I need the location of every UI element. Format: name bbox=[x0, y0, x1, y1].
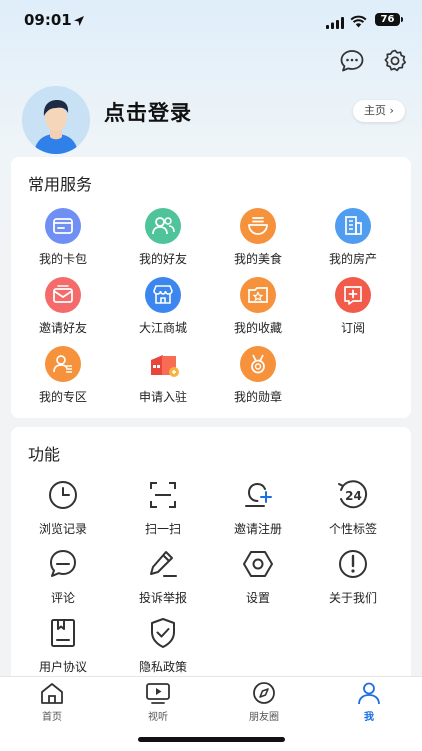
tab-me[interactable]: 我 bbox=[329, 681, 409, 723]
settings-hex-icon bbox=[241, 547, 275, 581]
function-label: 评论 bbox=[50, 591, 75, 605]
service-label: 订阅 bbox=[340, 321, 365, 335]
function-label: 扫一扫 bbox=[144, 522, 181, 536]
service-label: 申请入驻 bbox=[138, 390, 187, 404]
services-card: 常用服务 我的卡包 我的好友 我的美食 我的房产 邀请好友 大江商城 我的收藏 … bbox=[11, 157, 411, 418]
store-icon bbox=[145, 277, 181, 313]
service-item-store[interactable]: 大江商城 bbox=[116, 277, 210, 337]
avatar[interactable] bbox=[22, 86, 90, 154]
service-item-subscribe[interactable]: 订阅 bbox=[306, 277, 400, 337]
video-icon bbox=[146, 683, 170, 704]
message-icon[interactable] bbox=[339, 48, 365, 74]
apply-icon bbox=[145, 346, 181, 382]
function-label: 投诉举报 bbox=[138, 591, 187, 605]
friends-icon bbox=[145, 208, 181, 244]
function-item-comment[interactable]: 评论 bbox=[16, 547, 110, 607]
home-icon bbox=[41, 683, 63, 704]
service-label: 我的好友 bbox=[138, 252, 187, 266]
tag-badge-text: 24 bbox=[345, 489, 362, 503]
service-item-apply[interactable]: 申请入驻 bbox=[116, 346, 210, 406]
tab-label: 视听 bbox=[148, 712, 168, 723]
functions-title: 功能 bbox=[28, 445, 61, 464]
function-label: 隐私政策 bbox=[138, 660, 187, 674]
zone-icon bbox=[45, 346, 81, 382]
function-item-privacy[interactable]: 隐私政策 bbox=[116, 616, 210, 676]
tab-label: 首页 bbox=[42, 712, 62, 723]
service-item-property[interactable]: 我的房产 bbox=[306, 208, 400, 268]
function-item-scan[interactable]: 扫一扫 bbox=[116, 478, 210, 538]
homepage-button-label: 主页 bbox=[364, 104, 387, 117]
gear-icon[interactable] bbox=[382, 48, 408, 74]
wifi-icon bbox=[350, 13, 367, 32]
function-item-invite-register[interactable]: 邀请注册 bbox=[211, 478, 305, 538]
service-label: 邀请好友 bbox=[38, 321, 87, 335]
service-label: 大江商城 bbox=[138, 321, 187, 335]
clock-icon bbox=[46, 478, 80, 512]
function-item-settings[interactable]: 设置 bbox=[211, 547, 305, 607]
cellular-signal-icon bbox=[326, 14, 344, 33]
info-icon bbox=[336, 547, 370, 581]
tab-label: 朋友圈 bbox=[249, 712, 279, 723]
status-bar: 09:01 76 bbox=[0, 0, 422, 44]
agreement-icon bbox=[46, 616, 80, 650]
service-item-wallet[interactable]: 我的卡包 bbox=[16, 208, 110, 268]
function-label: 用户协议 bbox=[38, 660, 87, 674]
collection-icon bbox=[240, 277, 276, 313]
shield-check-icon bbox=[146, 616, 180, 650]
person-icon bbox=[358, 682, 380, 705]
location-arrow-icon bbox=[73, 12, 85, 31]
invite-register-icon bbox=[241, 478, 275, 512]
report-pen-icon bbox=[146, 547, 180, 581]
medal-icon bbox=[240, 346, 276, 382]
function-item-agreement[interactable]: 用户协议 bbox=[16, 616, 110, 676]
services-title: 常用服务 bbox=[28, 175, 93, 194]
service-label: 我的美食 bbox=[233, 252, 282, 266]
service-item-friends[interactable]: 我的好友 bbox=[116, 208, 210, 268]
tag-24-icon: 24 bbox=[336, 478, 370, 512]
service-item-invite-friends[interactable]: 邀请好友 bbox=[16, 277, 110, 337]
service-item-my-zone[interactable]: 我的专区 bbox=[16, 346, 110, 406]
function-item-about[interactable]: 关于我们 bbox=[306, 547, 400, 607]
function-item-history[interactable]: 浏览记录 bbox=[16, 478, 110, 538]
service-item-medal[interactable]: 我的勋章 bbox=[211, 346, 305, 406]
status-time: 09:01 bbox=[24, 11, 72, 29]
function-label: 设置 bbox=[245, 591, 270, 605]
homepage-button[interactable]: 主页 › bbox=[353, 100, 405, 122]
battery-tip bbox=[401, 17, 403, 22]
subscribe-icon bbox=[335, 277, 371, 313]
login-prompt[interactable]: 点击登录 bbox=[104, 97, 192, 127]
scan-icon bbox=[146, 478, 180, 512]
service-label: 我的专区 bbox=[38, 390, 87, 404]
service-label: 我的房产 bbox=[328, 252, 377, 266]
service-label: 我的勋章 bbox=[233, 390, 282, 404]
compass-icon bbox=[253, 682, 275, 704]
function-label: 个性标签 bbox=[328, 522, 377, 536]
function-label: 邀请注册 bbox=[233, 522, 282, 536]
home-indicator bbox=[138, 737, 285, 742]
function-item-report[interactable]: 投诉举报 bbox=[116, 547, 210, 607]
function-item-tags[interactable]: 24 个性标签 bbox=[306, 478, 400, 538]
building-icon bbox=[335, 208, 371, 244]
chevron-right-icon: › bbox=[386, 104, 394, 117]
service-label: 我的卡包 bbox=[38, 252, 87, 266]
wallet-icon bbox=[45, 208, 81, 244]
function-label: 浏览记录 bbox=[38, 522, 87, 536]
functions-card: 功能 浏览记录 扫一扫 邀请注册 24 个性标签 评论 投诉举报 设置 关于我们… bbox=[11, 427, 411, 687]
service-item-collection[interactable]: 我的收藏 bbox=[211, 277, 305, 337]
service-label: 我的收藏 bbox=[233, 321, 282, 335]
food-icon bbox=[240, 208, 276, 244]
tab-label: 我 bbox=[364, 712, 374, 723]
service-item-food[interactable]: 我的美食 bbox=[211, 208, 305, 268]
tab-home[interactable]: 首页 bbox=[12, 681, 92, 723]
battery-icon: 76 bbox=[375, 13, 400, 26]
tab-video[interactable]: 视听 bbox=[118, 681, 198, 723]
function-label: 关于我们 bbox=[328, 591, 377, 605]
comment-icon bbox=[46, 547, 80, 581]
invite-envelope-icon bbox=[45, 277, 81, 313]
tab-moments[interactable]: 朋友圈 bbox=[224, 681, 304, 723]
